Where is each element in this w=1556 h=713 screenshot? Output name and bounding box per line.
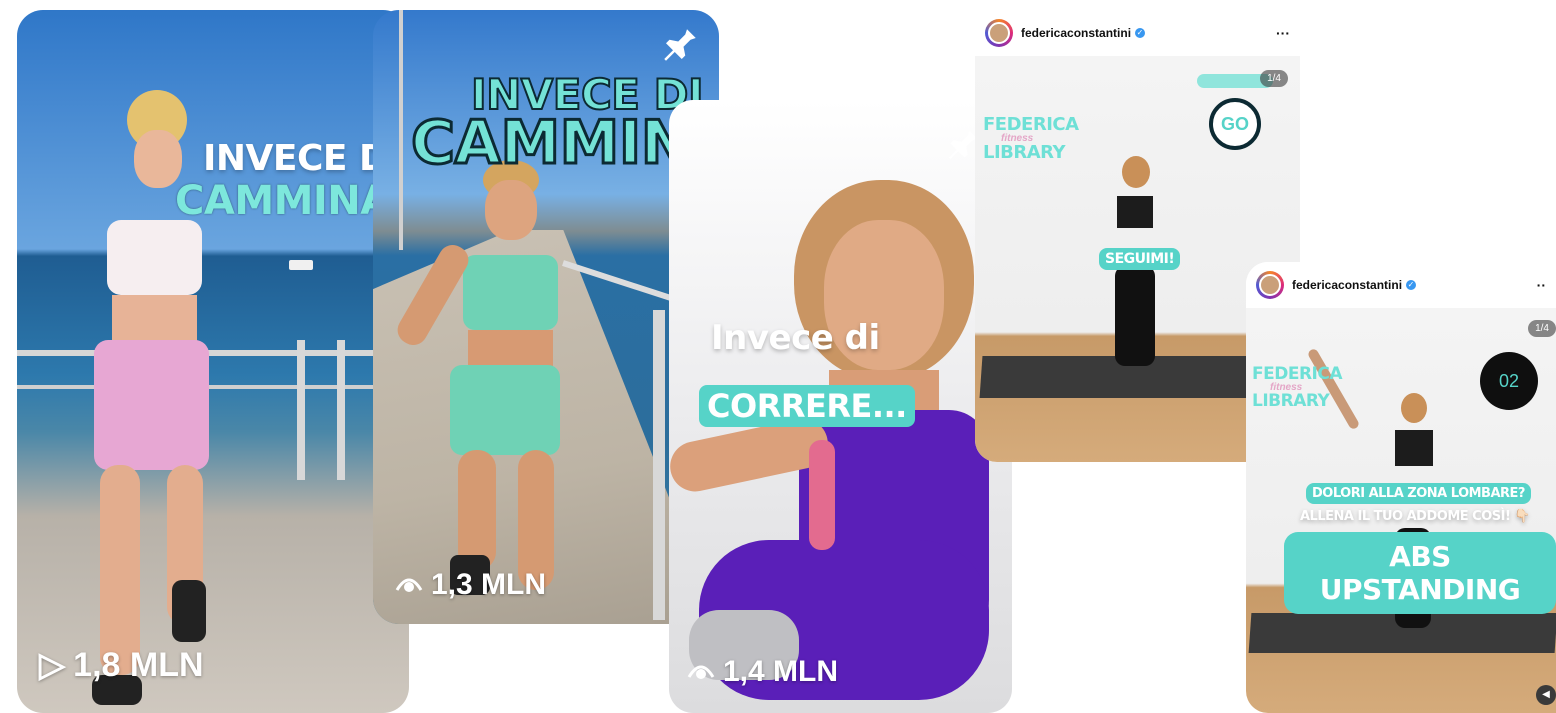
- ship: [289, 260, 313, 270]
- overlay-line1: Invece di: [711, 318, 880, 358]
- railing-post: [653, 310, 665, 620]
- carousel-counter: 1/4: [1260, 70, 1288, 87]
- verified-icon: ✓: [1135, 28, 1146, 38]
- verified-icon: ✓: [1406, 280, 1417, 290]
- views-value: 1,8 MLN: [73, 645, 204, 684]
- brand-logo: FEDERICA fitness LIBRARY: [983, 116, 1079, 162]
- post-header: federicaconstantini ✓ ··: [1246, 262, 1556, 308]
- views-count: 1,4 MLN: [687, 655, 838, 689]
- lamp-post: [399, 10, 403, 250]
- logo-line3: LIBRARY: [1252, 391, 1330, 411]
- views-value: 1,3 MLN: [431, 568, 547, 601]
- railing-post: [297, 340, 305, 480]
- sound-icon[interactable]: ◀: [1536, 685, 1556, 705]
- go-badge: GO: [1209, 98, 1261, 150]
- post-header: federicaconstantini ✓ ···: [975, 10, 1300, 56]
- timer-badge: 02: [1480, 352, 1538, 410]
- overlay-line2: CORRERE...: [699, 385, 915, 427]
- more-options-icon[interactable]: ···: [1276, 25, 1290, 41]
- railing-post: [337, 340, 345, 480]
- eye-icon: [687, 657, 715, 688]
- carousel-counter: 1/4: [1528, 320, 1556, 337]
- logo-line1: FEDERICA: [983, 114, 1079, 135]
- avatar[interactable]: [1256, 271, 1284, 299]
- timer-value: 02: [1498, 370, 1520, 391]
- logo-line1: FEDERICA: [1252, 364, 1343, 384]
- avatar[interactable]: [985, 19, 1013, 47]
- eye-icon: [395, 570, 423, 601]
- caption-2: ALLENA IL TUO ADDOME COSÌ! 👇🏻: [1300, 509, 1531, 524]
- pin-icon: [659, 24, 701, 75]
- go-label: GO: [1220, 113, 1249, 134]
- post-media[interactable]: FEDERICA fitness LIBRARY 02 DOLORI ALLA …: [1246, 308, 1556, 713]
- username[interactable]: federicaconstantini: [1021, 26, 1131, 40]
- caption: SEGUIMI!: [1099, 248, 1181, 270]
- views-count: 1,3 MLN: [395, 568, 546, 602]
- username[interactable]: federicaconstantini: [1292, 278, 1402, 292]
- views-value: 1,4 MLN: [723, 655, 839, 688]
- reel-card-2[interactable]: INVECE DI CAMMINARE 1,3 MLN: [373, 10, 719, 624]
- logo-line3: LIBRARY: [983, 142, 1066, 163]
- more-options-icon[interactable]: ··: [1537, 277, 1546, 293]
- views-count: ▷ 1,8 MLN: [39, 645, 204, 685]
- person-figure: [669, 180, 1012, 713]
- caption-3: ABS UPSTANDING: [1284, 532, 1556, 614]
- caption-1: DOLORI ALLA ZONA LOMBARE?: [1306, 483, 1531, 504]
- reel-card-3[interactable]: Invece di CORRERE... 1,4 MLN: [669, 100, 1012, 713]
- play-icon: ▷: [39, 646, 66, 684]
- person-figure: [392, 160, 598, 620]
- reel-card-1[interactable]: INVECE DI CAMMINARE ▷ 1,8 MLN: [17, 10, 409, 713]
- ig-post-card-2[interactable]: FEDERICA fitness LIBRARY 02 DOLORI ALLA …: [1246, 262, 1556, 713]
- brand-logo: FEDERICA fitness LIBRARY: [1252, 364, 1343, 411]
- overlay-line1: INVECE DI: [203, 138, 402, 179]
